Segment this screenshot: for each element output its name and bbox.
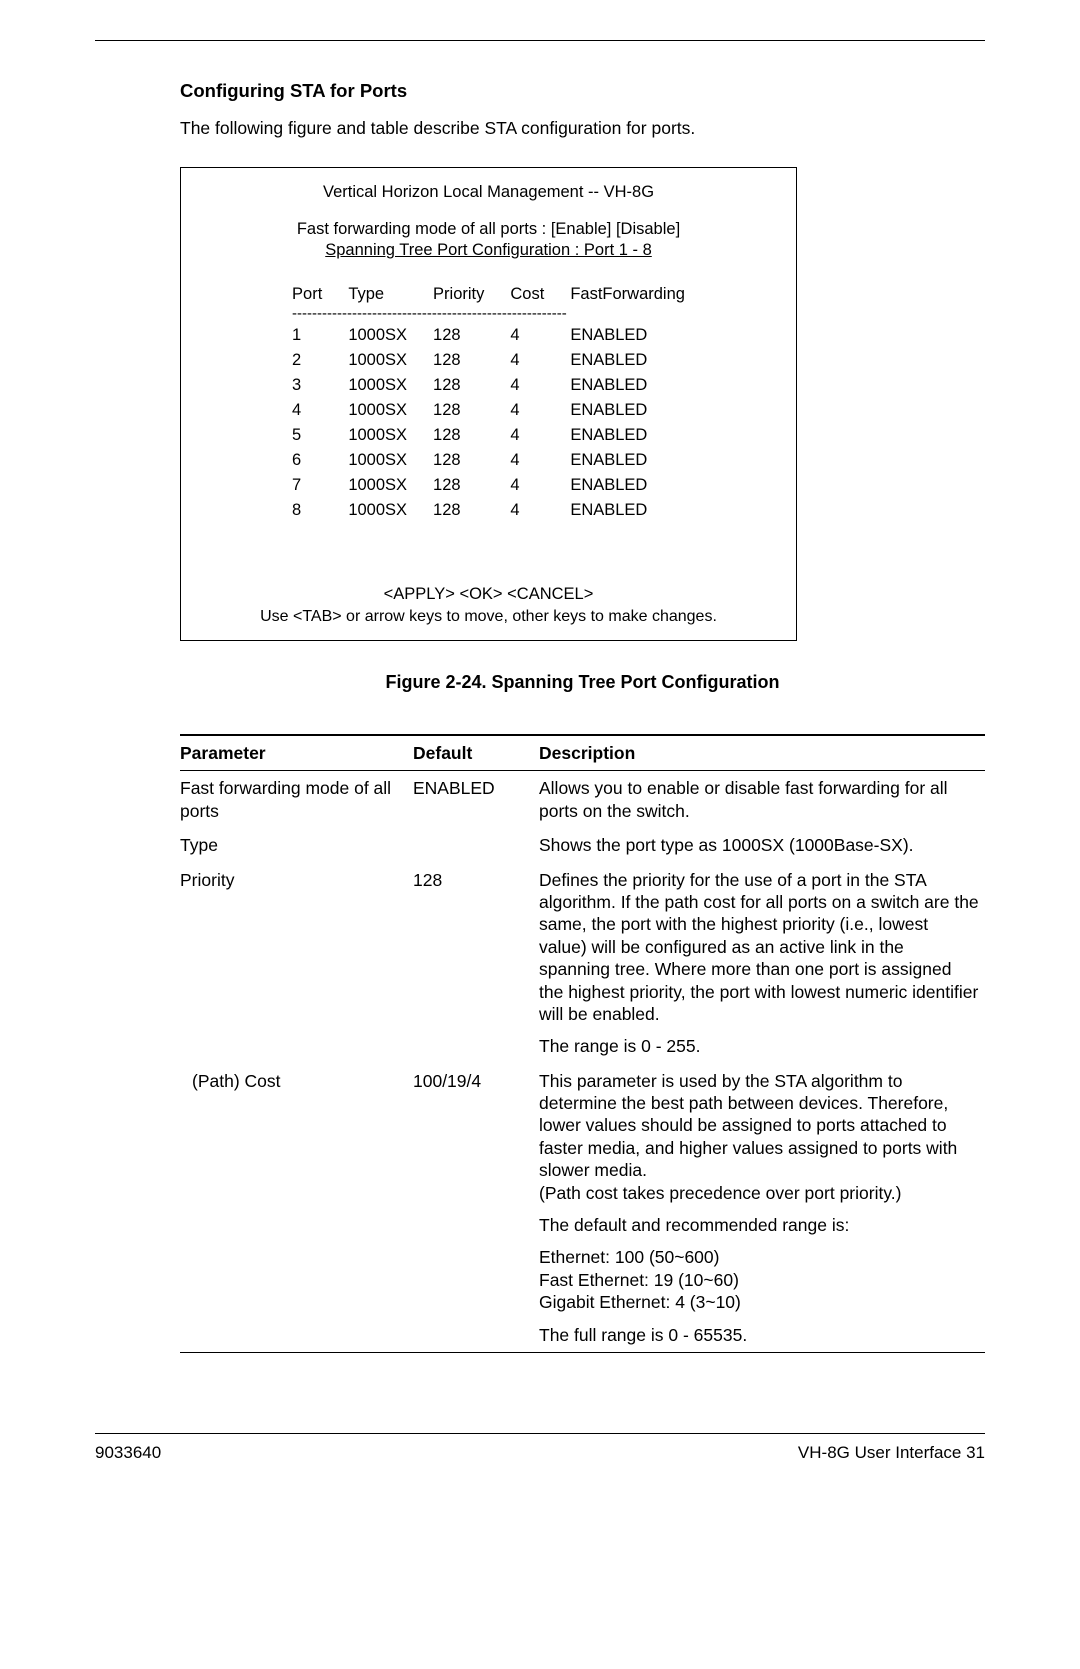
port-cell-cost: 4	[498, 324, 556, 347]
port-cell-type: 1000SX	[336, 499, 419, 522]
port-cell-ff: ENABLED	[558, 499, 697, 522]
figure-caption: Figure 2-24. Spanning Tree Port Configur…	[180, 671, 985, 694]
port-cell-port: 3	[280, 374, 334, 397]
param-row: Priority128Defines the priority for the …	[180, 863, 985, 1064]
port-cell-cost: 4	[498, 399, 556, 422]
description-paragraph: Allows you to enable or disable fast for…	[539, 777, 979, 822]
param-row: Type Shows the port type as 1000SX (1000B…	[180, 828, 985, 862]
port-cell-port: 1	[280, 324, 334, 347]
port-cell-ff: ENABLED	[558, 349, 697, 372]
terminal-header: Vertical Horizon Local Management -- VH-…	[206, 182, 771, 203]
port-cell-type: 1000SX	[336, 474, 419, 497]
description-paragraph: Shows the port type as 1000SX (1000Base-…	[539, 834, 979, 856]
port-cell-priority: 128	[421, 324, 496, 347]
footer-doc-number: 9033640	[95, 1442, 161, 1464]
port-cell-priority: 128	[421, 424, 496, 447]
page: Configuring STA for Ports The following …	[0, 0, 1080, 1494]
param-cell-description: This parameter is used by the STA algori…	[539, 1064, 985, 1353]
param-cell-name: Priority	[180, 863, 413, 1064]
param-cell-name: Fast forwarding mode of all ports	[180, 771, 413, 828]
port-cell-cost: 4	[498, 449, 556, 472]
port-cell-priority: 128	[421, 474, 496, 497]
param-header-parameter: Parameter	[180, 735, 413, 771]
terminal-line-ffmode: Fast forwarding mode of all ports : [Ena…	[206, 219, 771, 240]
port-cell-cost: 4	[498, 474, 556, 497]
port-cell-ff: ENABLED	[558, 374, 697, 397]
terminal-screenshot: Vertical Horizon Local Management -- VH-…	[180, 167, 797, 641]
terminal-line-stpc: Spanning Tree Port Configuration : Port …	[206, 240, 771, 261]
terminal-hint: Use <TAB> or arrow keys to move, other k…	[206, 607, 771, 627]
param-cell-description: Allows you to enable or disable fast for…	[539, 771, 985, 828]
col-priority: Priority	[421, 283, 496, 307]
description-paragraph: Defines the priority for the use of a po…	[539, 869, 979, 1026]
description-paragraph: The full range is 0 - 65535.	[539, 1324, 979, 1346]
col-cost: Cost	[498, 283, 556, 307]
col-ff: FastForwarding	[558, 283, 697, 307]
port-cell-ff: ENABLED	[558, 474, 697, 497]
port-cell-type: 1000SX	[336, 374, 419, 397]
param-cell-description: Shows the port type as 1000SX (1000Base-…	[539, 828, 985, 862]
param-row: Fast forwarding mode of all portsENABLED…	[180, 771, 985, 828]
port-cell-port: 5	[280, 424, 334, 447]
port-row: 31000SX1284ENABLED	[280, 374, 697, 397]
param-cell-name: Type	[180, 828, 413, 862]
description-paragraph: The default and recommended range is:	[539, 1214, 979, 1236]
port-cell-cost: 4	[498, 424, 556, 447]
port-row: 51000SX1284ENABLED	[280, 424, 697, 447]
parameter-table: Parameter Default Description Fast forwa…	[180, 734, 985, 1353]
port-cell-priority: 128	[421, 374, 496, 397]
port-cell-type: 1000SX	[336, 449, 419, 472]
section-heading: Configuring STA for Ports	[180, 79, 985, 103]
port-cell-port: 7	[280, 474, 334, 497]
terminal-action-row: <APPLY> <OK> <CANCEL>	[206, 584, 771, 605]
intro-paragraph: The following figure and table describe …	[180, 117, 985, 139]
port-cell-type: 1000SX	[336, 399, 419, 422]
description-paragraph: Ethernet: 100 (50~600) Fast Ethernet: 19…	[539, 1246, 979, 1313]
param-row: (Path) Cost100/19/4This parameter is use…	[180, 1064, 985, 1353]
port-row: 71000SX1284ENABLED	[280, 474, 697, 497]
port-row: 41000SX1284ENABLED	[280, 399, 697, 422]
col-port: Port	[280, 283, 334, 307]
terminal-port-table: Port Type Priority Cost FastForwarding -…	[278, 281, 699, 524]
port-cell-port: 4	[280, 399, 334, 422]
port-cell-type: 1000SX	[336, 324, 419, 347]
param-cell-default	[413, 828, 539, 862]
param-cell-default: 100/19/4	[413, 1064, 539, 1353]
port-cell-ff: ENABLED	[558, 324, 697, 347]
port-cell-ff: ENABLED	[558, 424, 697, 447]
port-cell-port: 6	[280, 449, 334, 472]
port-cell-ff: ENABLED	[558, 449, 697, 472]
port-row: 81000SX1284ENABLED	[280, 499, 697, 522]
param-header-description: Description	[539, 735, 985, 771]
dash-separator: ----------------------------------------…	[292, 310, 685, 318]
port-cell-type: 1000SX	[336, 424, 419, 447]
param-header-default: Default	[413, 735, 539, 771]
port-cell-port: 8	[280, 499, 334, 522]
port-cell-priority: 128	[421, 499, 496, 522]
port-cell-priority: 128	[421, 449, 496, 472]
port-cell-cost: 4	[498, 499, 556, 522]
port-cell-type: 1000SX	[336, 349, 419, 372]
port-cell-priority: 128	[421, 399, 496, 422]
port-row: 61000SX1284ENABLED	[280, 449, 697, 472]
port-cell-cost: 4	[498, 349, 556, 372]
content-area: Configuring STA for Ports The following …	[180, 79, 985, 1353]
description-paragraph: This parameter is used by the STA algori…	[539, 1070, 979, 1204]
param-cell-default: 128	[413, 863, 539, 1064]
description-paragraph: The range is 0 - 255.	[539, 1035, 979, 1057]
port-row: 21000SX1284ENABLED	[280, 349, 697, 372]
port-cell-port: 2	[280, 349, 334, 372]
page-footer: 9033640 VH-8G User Interface 31	[95, 1433, 985, 1464]
port-row: 11000SX1284ENABLED	[280, 324, 697, 347]
col-type: Type	[336, 283, 419, 307]
footer-page-label: VH-8G User Interface 31	[798, 1442, 985, 1464]
param-cell-name: (Path) Cost	[180, 1064, 413, 1353]
param-cell-description: Defines the priority for the use of a po…	[539, 863, 985, 1064]
top-rule	[95, 40, 985, 41]
port-cell-priority: 128	[421, 349, 496, 372]
port-cell-cost: 4	[498, 374, 556, 397]
param-cell-default: ENABLED	[413, 771, 539, 828]
port-cell-ff: ENABLED	[558, 399, 697, 422]
